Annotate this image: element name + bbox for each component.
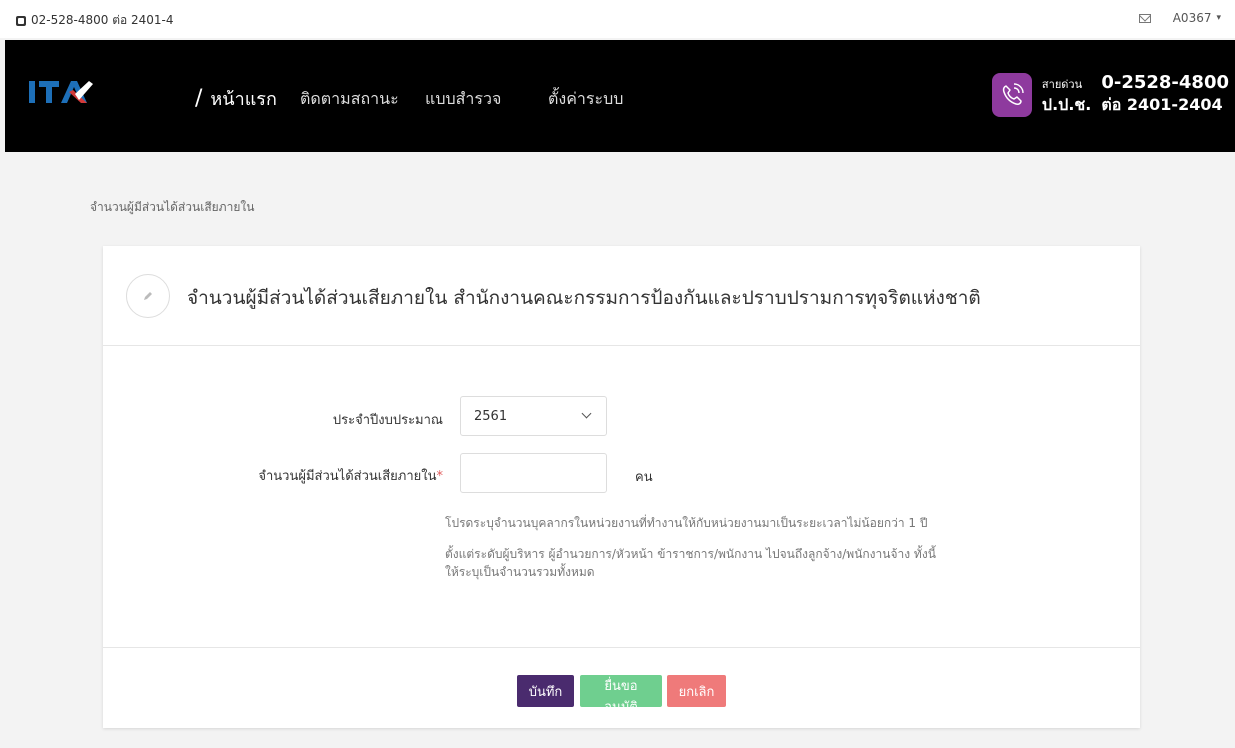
count-input[interactable] (460, 453, 607, 493)
phone-call-icon (1002, 83, 1024, 105)
hotline-number: 0-2528-4800 (1101, 72, 1229, 93)
year-select[interactable]: 2561 (460, 396, 607, 436)
hotline-org: ป.ป.ช. (1041, 95, 1092, 114)
breadcrumb: จำนวนผู้มีส่วนได้ส่วนเสียภายใน (90, 200, 255, 214)
year-label: ประจำปีงบประมาณ (332, 413, 443, 428)
hotline: สายด่วน 0-2528-4800 ป.ป.ช. ต่อ 2401-2404 (991, 67, 1229, 123)
hotline-label: สายด่วน (1041, 78, 1083, 91)
main-navbar: / หน้าแรก ติดตามสถานะ แบบสำรวจ ตั้งค่าระบ… (5, 40, 1235, 152)
hotline-ext: ต่อ 2401-2404 (1101, 95, 1223, 114)
itas-logo[interactable] (29, 78, 97, 106)
count-label: จำนวนผู้มีส่วนได้ส่วนเสียภายใน* (258, 465, 443, 486)
slash-icon: / (195, 86, 203, 111)
count-unit: คน (635, 470, 653, 485)
top-phone: 02-528-4800 ต่อ 2401-4 (16, 11, 174, 30)
hotline-text: สายด่วน 0-2528-4800 ป.ป.ช. ต่อ 2401-2404 (1042, 72, 1229, 118)
year-select-value: 2561 (474, 409, 508, 424)
top-utility-bar: 02-528-4800 ต่อ 2401-4 A0367 ▾ (0, 0, 1235, 38)
pencil-icon (126, 274, 170, 318)
help-text-3: ให้ระบุเป็นจำนวนรวมทั้งหมด (445, 565, 595, 579)
nav-home-label: หน้าแรก (210, 89, 277, 110)
help-text-2: ตั้งแต่ระดับผู้บริหาร ผู้อำนวยการ/หัวหน้… (445, 547, 936, 561)
card-header: จำนวนผู้มีส่วนได้ส่วนเสียภายใน สำนักงานค… (103, 246, 1140, 346)
page-title: จำนวนผู้มีส่วนได้ส่วนเสียภายใน สำนักงานค… (187, 287, 981, 309)
caret-down-icon[interactable]: ▾ (1216, 13, 1221, 23)
phone-icon (16, 15, 26, 26)
chevron-down-icon (581, 408, 592, 419)
form-card: จำนวนผู้มีส่วนได้ส่วนเสียภายใน สำนักงานค… (103, 246, 1140, 728)
submit-approval-button[interactable]: ยื่นขออนุมัติ (580, 675, 662, 715)
nav-status[interactable]: ติดตามสถานะ (300, 87, 399, 112)
top-phone-text: 02-528-4800 ต่อ 2401-4 (31, 13, 174, 27)
card-footer: บันทึก ยื่นขออนุมัติ ยกเลิก (103, 647, 1140, 728)
count-label-text: จำนวนผู้มีส่วนได้ส่วนเสียภายใน (258, 469, 437, 484)
top-user-area: A0367 ▾ (1138, 11, 1221, 25)
save-button[interactable]: บันทึก (517, 675, 574, 707)
hotline-badge (991, 73, 1032, 117)
nav-home[interactable]: / หน้าแรก (195, 84, 277, 113)
mail-icon[interactable] (1138, 13, 1151, 23)
cancel-button[interactable]: ยกเลิก (667, 675, 726, 707)
nav-survey[interactable]: แบบสำรวจ (425, 87, 501, 112)
required-mark: * (436, 469, 444, 484)
help-text-1: โปรดระบุจำนวนบุคลากรในหน่วยงานที่ทำงานให… (445, 516, 928, 530)
nav-settings[interactable]: ตั้งค่าระบบ (548, 87, 623, 112)
user-menu[interactable]: A0367 (1173, 11, 1212, 25)
